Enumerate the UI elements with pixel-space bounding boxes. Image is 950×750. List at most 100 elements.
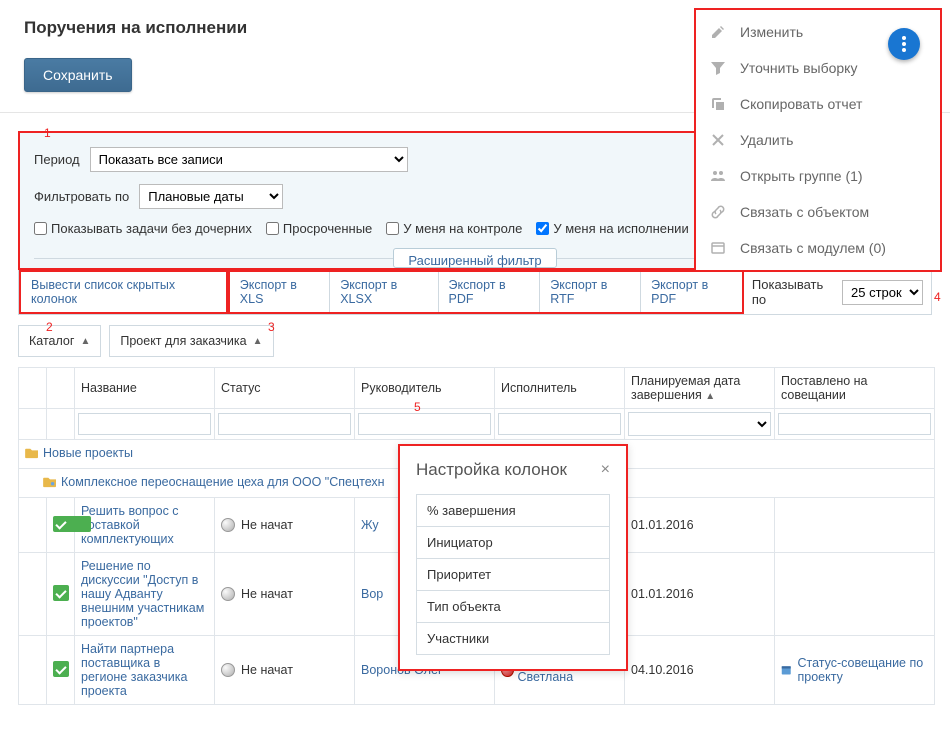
x-icon [710, 132, 726, 148]
module-icon [710, 240, 726, 256]
toolbar: Вывести список скрытых колонок Экспорт в… [18, 270, 932, 315]
export-xlsx-button[interactable]: Экспорт в XLSX [330, 272, 438, 312]
filter-blank1 [19, 409, 47, 440]
export-pdf2-button[interactable]: Экспорт в PDF [641, 272, 742, 312]
filter-status-input[interactable] [218, 413, 351, 435]
chk-on-my-control[interactable]: У меня на контроле [386, 221, 522, 236]
close-icon[interactable]: × [601, 461, 610, 479]
status-gray-icon [221, 663, 235, 677]
annotation-1: 1 [44, 126, 51, 140]
sort-asc-icon: ▲ [705, 391, 715, 402]
col-meeting[interactable]: Поставлено на совещании [775, 368, 935, 409]
status-gray-icon [221, 587, 235, 601]
col-planend[interactable]: Планируемая дата завершения ▲ [625, 368, 775, 409]
more-actions-fab[interactable] [888, 28, 920, 60]
filter-blank2 [47, 409, 75, 440]
col-lead[interactable]: Руководитель [355, 368, 495, 409]
annotation-3: 3 [268, 320, 275, 334]
meeting-cell [775, 553, 935, 636]
people-icon [710, 168, 726, 184]
column-settings-popup: Настройка колонок × % завершения Инициат… [398, 444, 628, 671]
page-size-select[interactable]: 25 строк [842, 280, 923, 305]
filter-name-input[interactable] [78, 413, 211, 435]
annotation-4: 4 [934, 290, 941, 304]
ctx-label: Скопировать отчет [740, 96, 926, 112]
filter-exec-input[interactable] [498, 413, 621, 435]
ctx-label: Связать с модулем (0) [740, 240, 926, 256]
date-cell: 01.01.2016 [625, 553, 775, 636]
sort-asc-icon: ▲ [80, 336, 90, 347]
show-by-label: Показывать по [752, 277, 836, 307]
popup-item[interactable]: Инициатор [417, 527, 609, 559]
group-header-project[interactable]: Проект для заказчика▲ [109, 325, 273, 357]
advanced-filter-button[interactable]: Расширенный фильтр [393, 248, 556, 268]
popup-item[interactable]: Приоритет [417, 559, 609, 591]
lead-link[interactable]: Вор [361, 587, 383, 601]
calendar-icon [781, 663, 791, 677]
dots-icon [902, 42, 906, 46]
popup-item[interactable]: Тип объекта [417, 591, 609, 623]
export-group: Экспорт в XLS Экспорт в XLSX Экспорт в P… [228, 270, 744, 314]
ctx-copy[interactable]: Скопировать отчет [696, 86, 940, 122]
ctx-open-group[interactable]: Открыть группе (1) [696, 158, 940, 194]
task-name-link[interactable]: Решение по дискуссии "Доступ в нашу Адва… [81, 559, 204, 629]
context-menu: Изменить Уточнить выборку Скопировать от… [694, 8, 942, 272]
popup-list: % завершения Инициатор Приоритет Тип объ… [416, 494, 610, 655]
lead-link[interactable]: Жу [361, 518, 379, 532]
filter-icon [710, 60, 726, 76]
col-status[interactable]: Статус [215, 368, 355, 409]
group-header-catalog[interactable]: Каталог▲ [18, 325, 101, 357]
task-check-icon [53, 516, 91, 532]
period-select[interactable]: Показать все записи [90, 147, 408, 172]
date-cell: 01.01.2016 [625, 498, 775, 553]
save-button[interactable]: Сохранить [24, 58, 132, 92]
annotation-2: 2 [46, 320, 53, 334]
group-new-projects[interactable]: Новые проекты [25, 446, 133, 460]
chk-no-children[interactable]: Показывать задачи без дочерних [34, 221, 252, 236]
annotation-5: 5 [414, 400, 421, 414]
ctx-label: Открыть группе (1) [740, 168, 926, 184]
status-gray-icon [221, 518, 235, 532]
col-blank1 [19, 368, 47, 409]
date-cell: 04.10.2016 [625, 636, 775, 705]
status-text: Не начат [241, 587, 293, 601]
ctx-link-object[interactable]: Связать с объектом [696, 194, 940, 230]
status-text: Не начат [241, 518, 293, 532]
popup-item[interactable]: % завершения [417, 495, 609, 527]
popup-title: Настройка колонок [416, 460, 567, 480]
export-rtf-button[interactable]: Экспорт в RTF [540, 272, 641, 312]
filterby-select[interactable]: Плановые даты [139, 184, 283, 209]
show-hidden-columns-button[interactable]: Вывести список скрытых колонок [19, 270, 228, 314]
filter-date-select[interactable] [628, 412, 771, 436]
ctx-label: Удалить [740, 132, 926, 148]
task-name-link[interactable]: Решить вопрос с поставкой комплектующих [81, 504, 179, 546]
group-project[interactable]: Комплексное переоснащение цеха для ООО "… [25, 475, 385, 489]
popup-item[interactable]: Участники [417, 623, 609, 654]
export-xls-button[interactable]: Экспорт в XLS [230, 272, 330, 312]
col-name[interactable]: Название [75, 368, 215, 409]
link-icon [710, 204, 726, 220]
folder-icon [25, 447, 39, 459]
meeting-link[interactable]: Статус-совещание по проекту [797, 656, 928, 684]
ctx-label: Связать с объектом [740, 204, 926, 220]
filter-lead-input[interactable] [358, 413, 491, 435]
col-blank2 [47, 368, 75, 409]
filterby-label: Фильтровать по [34, 189, 129, 204]
meeting-cell [775, 498, 935, 553]
chk-overdue[interactable]: Просроченные [266, 221, 372, 236]
col-exec[interactable]: Исполнитель [495, 368, 625, 409]
task-name-link[interactable]: Найти партнера поставщика в регионе зака… [81, 642, 187, 698]
chk-on-my-execution[interactable]: У меня на исполнении [536, 221, 688, 236]
ctx-label: Уточнить выборку [740, 60, 926, 76]
export-pdf-button[interactable]: Экспорт в PDF [439, 272, 541, 312]
folder-gear-icon [43, 476, 57, 488]
copy-icon [710, 96, 726, 112]
ctx-delete[interactable]: Удалить [696, 122, 940, 158]
ctx-link-module[interactable]: Связать с модулем (0) [696, 230, 940, 266]
sort-asc-icon: ▲ [253, 336, 263, 347]
filter-meeting-input[interactable] [778, 413, 931, 435]
period-label: Период [34, 152, 80, 167]
pencil-icon [710, 24, 726, 40]
task-check-icon [53, 585, 69, 601]
task-check-icon [53, 661, 69, 677]
